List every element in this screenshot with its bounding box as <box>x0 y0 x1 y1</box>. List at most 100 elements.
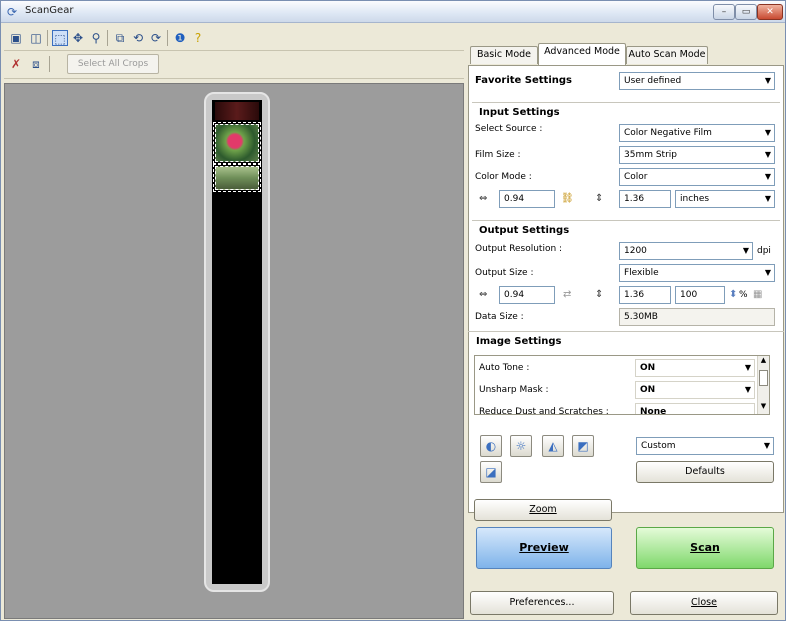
auto-tone-value: ON <box>640 363 656 373</box>
input-width-field[interactable]: 0.94 <box>499 190 555 208</box>
scan-button-label: Scan <box>690 541 720 554</box>
unit-value: inches <box>680 194 710 204</box>
film-size-dropdown[interactable]: 35mm Strip ▼ <box>619 146 775 164</box>
output-width-field[interactable]: 0.94 <box>499 286 555 304</box>
preview-pane: ▣ ◫ ⬚ ✥ ⚲ ⧉ ⟲ ⟳ ❶ ? ✗ ⧈ Select All Crops <box>4 25 464 619</box>
percent-label: % <box>739 290 748 300</box>
dpi-label: dpi <box>757 246 771 256</box>
minimize-button[interactable]: – <box>713 4 735 20</box>
output-height-field[interactable]: 1.36 <box>619 286 671 304</box>
thumbnail-icon[interactable]: ▣ <box>8 30 24 46</box>
chevron-down-icon: ▼ <box>764 194 771 203</box>
mode-tabs: Basic Mode Advanced Mode Auto Scan Mode <box>468 43 784 65</box>
threshold-button[interactable]: ◩ <box>572 435 594 457</box>
close-button[interactable]: Close <box>630 591 778 615</box>
aspect-lock-icon[interactable]: ⛓ <box>561 190 574 208</box>
section-divider <box>472 220 780 221</box>
grid-icon[interactable]: ▦ <box>753 286 762 304</box>
input-height-field[interactable]: 1.36 <box>619 190 671 208</box>
crop-toolbar: ✗ ⧈ Select All Crops <box>4 51 464 79</box>
scangear-logo-icon: ⟳ <box>7 5 18 19</box>
chevron-down-icon: ▼ <box>764 128 771 137</box>
chevron-down-icon: ▼ <box>763 441 770 450</box>
preview-button[interactable]: Preview <box>476 527 612 569</box>
tab-auto-scan-mode[interactable]: Auto Scan Mode <box>626 46 708 64</box>
chevron-down-icon: ▼ <box>764 268 771 277</box>
film-size-value: 35mm Strip <box>624 150 678 160</box>
chevron-down-icon: ▼ <box>764 76 771 85</box>
select-all-crops-button[interactable]: Select All Crops <box>67 54 159 74</box>
crop-frame[interactable] <box>213 122 261 164</box>
preview-button-label: Preview <box>519 541 569 554</box>
remove-crop-icon[interactable]: ✗ <box>8 56 24 72</box>
duplicate-crop-icon[interactable]: ⧈ <box>28 56 44 72</box>
film-frame[interactable] <box>215 102 259 120</box>
final-review-button[interactable]: ◪ <box>480 461 502 483</box>
chevron-down-icon: ▼ <box>744 363 751 372</box>
zoom-button-label: Zoom <box>529 504 557 515</box>
chevron-down-icon: ▼ <box>744 385 751 394</box>
auto-tone-label: Auto Tone : <box>479 363 530 373</box>
film-size-label: Film Size : <box>475 150 521 160</box>
scan-button[interactable]: Scan <box>636 527 774 569</box>
scroll-up-icon[interactable]: ▲ <box>758 356 769 368</box>
zoom-button[interactable]: Zoom <box>474 499 612 521</box>
toolbar-separator <box>49 56 50 72</box>
scroll-thumb[interactable] <box>759 370 768 386</box>
data-size-value: 5.30MB <box>619 308 775 326</box>
title-bar: ⟳ ScanGear – ▭ ✕ <box>1 1 785 23</box>
dust-scratches-value: None <box>640 407 667 415</box>
section-divider <box>472 102 780 103</box>
auto-crop-icon[interactable]: ⧉ <box>112 30 128 46</box>
whole-image-icon[interactable]: ◫ <box>28 30 44 46</box>
favorite-settings-label: Favorite Settings <box>475 75 572 86</box>
scale-field[interactable]: 100 <box>675 286 725 304</box>
maximize-button[interactable]: ▭ <box>735 4 757 20</box>
help-icon[interactable]: ? <box>190 30 206 46</box>
film-strip-image <box>212 100 262 584</box>
window-title: ScanGear <box>25 5 74 16</box>
chevron-down-icon: ▼ <box>764 150 771 159</box>
output-settings-heading: Output Settings <box>479 225 570 236</box>
image-settings-list[interactable]: Auto Tone : ON ▼ Unsharp Mask : ON ▼ Reduc… <box>474 355 770 415</box>
swap-icon[interactable]: ⇄ <box>563 286 571 304</box>
preview-area[interactable] <box>4 83 464 619</box>
select-source-dropdown[interactable]: Color Negative Film ▼ <box>619 124 775 142</box>
preferences-button[interactable]: Preferences... <box>470 591 614 615</box>
output-resolution-label: Output Resolution : <box>475 244 563 254</box>
unsharp-mask-dropdown[interactable]: ON ▼ <box>635 381 755 399</box>
crop-icon[interactable]: ⬚ <box>52 30 68 46</box>
adjust-preset-dropdown[interactable]: Custom ▼ <box>636 437 774 455</box>
output-size-dropdown[interactable]: Flexible ▼ <box>619 264 775 282</box>
tab-advanced-mode[interactable]: Advanced Mode <box>538 43 626 65</box>
rotate-right-icon[interactable]: ⟳ <box>148 30 164 46</box>
favorite-settings-dropdown[interactable]: User defined ▼ <box>619 72 775 90</box>
select-source-value: Color Negative Film <box>624 128 712 138</box>
info-icon[interactable]: ❶ <box>172 30 188 46</box>
toolbar-separator <box>47 30 48 46</box>
defaults-button[interactable]: Defaults <box>636 461 774 483</box>
rotate-left-icon[interactable]: ⟲ <box>130 30 146 46</box>
zoom-icon[interactable]: ⚲ <box>88 30 104 46</box>
favorite-settings-value: User defined <box>624 76 682 86</box>
close-button-label: Close <box>691 597 717 608</box>
brightness-contrast-button[interactable]: ◐ <box>480 435 502 457</box>
auto-tone-dropdown[interactable]: ON ▼ <box>635 359 755 377</box>
unit-dropdown[interactable]: inches ▼ <box>675 190 775 208</box>
adjust-preset-value: Custom <box>641 441 676 451</box>
image-settings-heading: Image Settings <box>476 336 562 347</box>
move-image-icon[interactable]: ✥ <box>70 30 86 46</box>
close-window-button[interactable]: ✕ <box>757 4 783 20</box>
color-mode-dropdown[interactable]: Color ▼ <box>619 168 775 186</box>
output-resolution-dropdown[interactable]: 1200 ▼ <box>619 242 753 260</box>
crop-frame[interactable] <box>213 164 261 192</box>
toolbar-separator <box>167 30 168 46</box>
tab-basic-mode[interactable]: Basic Mode <box>470 46 538 64</box>
scale-spinner-icon[interactable]: ⬍ <box>729 286 737 304</box>
image-settings-scrollbar[interactable]: ▲ ▼ <box>757 356 769 414</box>
histogram-button[interactable]: ☼ <box>510 435 532 457</box>
chevron-down-icon: ▼ <box>742 246 749 255</box>
scroll-down-icon[interactable]: ▼ <box>758 402 769 414</box>
tone-curve-button[interactable]: ◭ <box>542 435 564 457</box>
dust-scratches-dropdown[interactable]: None <box>635 403 755 415</box>
